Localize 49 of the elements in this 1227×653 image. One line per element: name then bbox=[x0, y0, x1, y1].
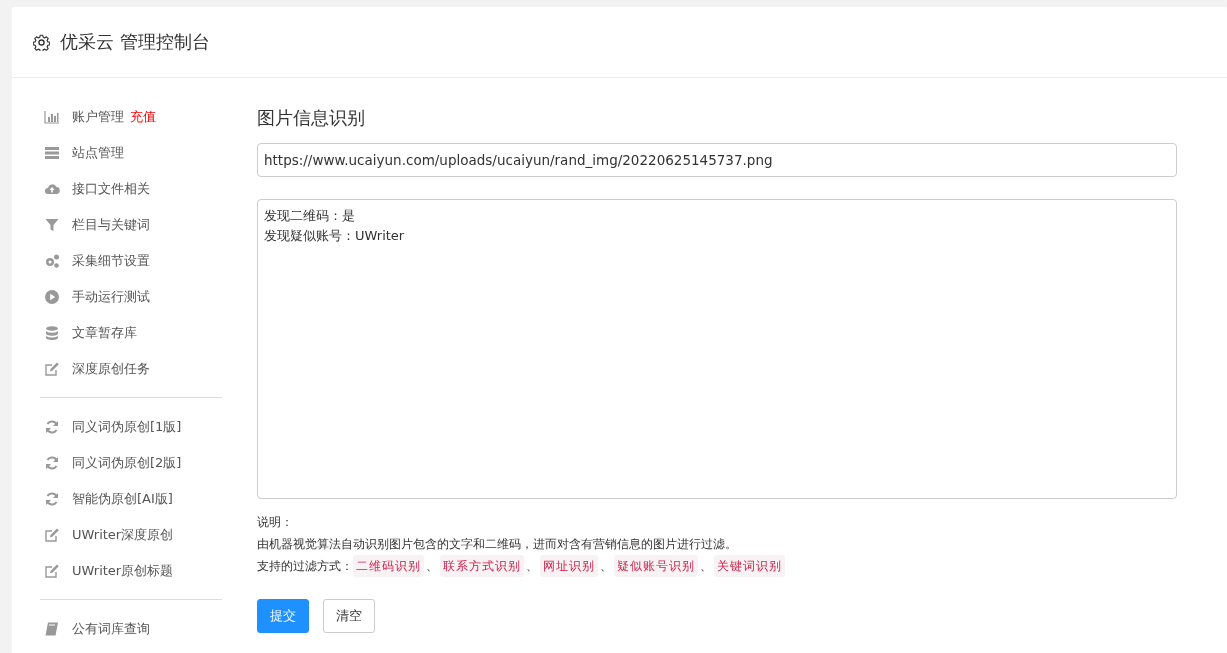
separator-text: 、 bbox=[700, 558, 712, 575]
database-icon bbox=[44, 325, 60, 341]
description-text: 由机器视觉算法自动识别图片包含的文字和二维码，进而对含有营销信息的图片进行过滤。 bbox=[257, 536, 738, 553]
nav-link[interactable]: 接口文件相关 bbox=[72, 180, 150, 198]
result-field[interactable]: 发现二维码：是 发现疑似账号：UWriter bbox=[257, 199, 1177, 499]
section-title: 图片信息识别 bbox=[257, 106, 366, 130]
nav-link[interactable]: 栏目与关键词 bbox=[72, 216, 150, 234]
nav-link[interactable]: UWriter深度原创 bbox=[72, 526, 174, 544]
method-tag: 网址识别 bbox=[540, 555, 598, 577]
method-tag: 疑似账号识别 bbox=[614, 555, 698, 577]
server-icon bbox=[44, 145, 60, 161]
recharge-link[interactable]: 充值 bbox=[130, 108, 156, 126]
notes-heading: 说明： bbox=[257, 514, 294, 531]
method-tag: 联系方式识别 bbox=[440, 555, 524, 577]
edit-icon bbox=[44, 361, 60, 377]
edit-icon bbox=[44, 563, 60, 579]
nav-link[interactable]: UWriter原创标题 bbox=[72, 562, 174, 580]
book-icon bbox=[44, 621, 60, 637]
result-line: 发现疑似账号：UWriter bbox=[264, 227, 405, 245]
nav-link[interactable]: 公有词库查询 bbox=[72, 620, 150, 638]
page-title: 优采云 管理控制台 bbox=[60, 30, 210, 54]
method-tag: 关键词识别 bbox=[714, 555, 785, 577]
separator-text: 、 bbox=[600, 558, 612, 575]
bar-chart-icon bbox=[44, 109, 60, 125]
edit-icon bbox=[44, 527, 60, 543]
nav-link[interactable]: 深度原创任务 bbox=[72, 360, 150, 378]
separator-text: 、 bbox=[426, 558, 438, 575]
nav-link[interactable]: 账户管理 bbox=[72, 108, 124, 126]
settings-icon bbox=[33, 33, 50, 51]
nav-link[interactable]: 采集细节设置 bbox=[72, 252, 150, 270]
method-tag: 二维码识别 bbox=[353, 555, 424, 577]
gears-icon bbox=[44, 253, 60, 269]
separator-text: 、 bbox=[526, 558, 538, 575]
clear-button[interactable]: 清空 bbox=[323, 599, 375, 633]
refresh-icon bbox=[44, 419, 60, 435]
nav-link[interactable]: 同义词伪原创[1版] bbox=[72, 418, 182, 436]
nav-link[interactable]: 站点管理 bbox=[72, 144, 124, 162]
result-line: 发现二维码：是 bbox=[264, 207, 355, 225]
filter-icon bbox=[44, 217, 60, 233]
refresh-icon bbox=[44, 455, 60, 471]
refresh-icon bbox=[44, 491, 60, 507]
nav-link[interactable]: 同义词伪原创[2版] bbox=[72, 454, 182, 472]
nav-link[interactable]: 文章暂存库 bbox=[72, 324, 137, 342]
methods-label: 支持的过滤方式： bbox=[257, 558, 353, 575]
nav-link[interactable]: 智能伪原创[AI版] bbox=[72, 490, 173, 508]
cloud-upload-icon bbox=[44, 181, 60, 197]
nav-link[interactable]: 手动运行测试 bbox=[72, 288, 150, 306]
url-field[interactable]: https://www.ucaiyun.com/uploads/ucaiyun/rand_img/20220625145737.png bbox=[257, 143, 1177, 177]
play-icon bbox=[44, 289, 60, 305]
